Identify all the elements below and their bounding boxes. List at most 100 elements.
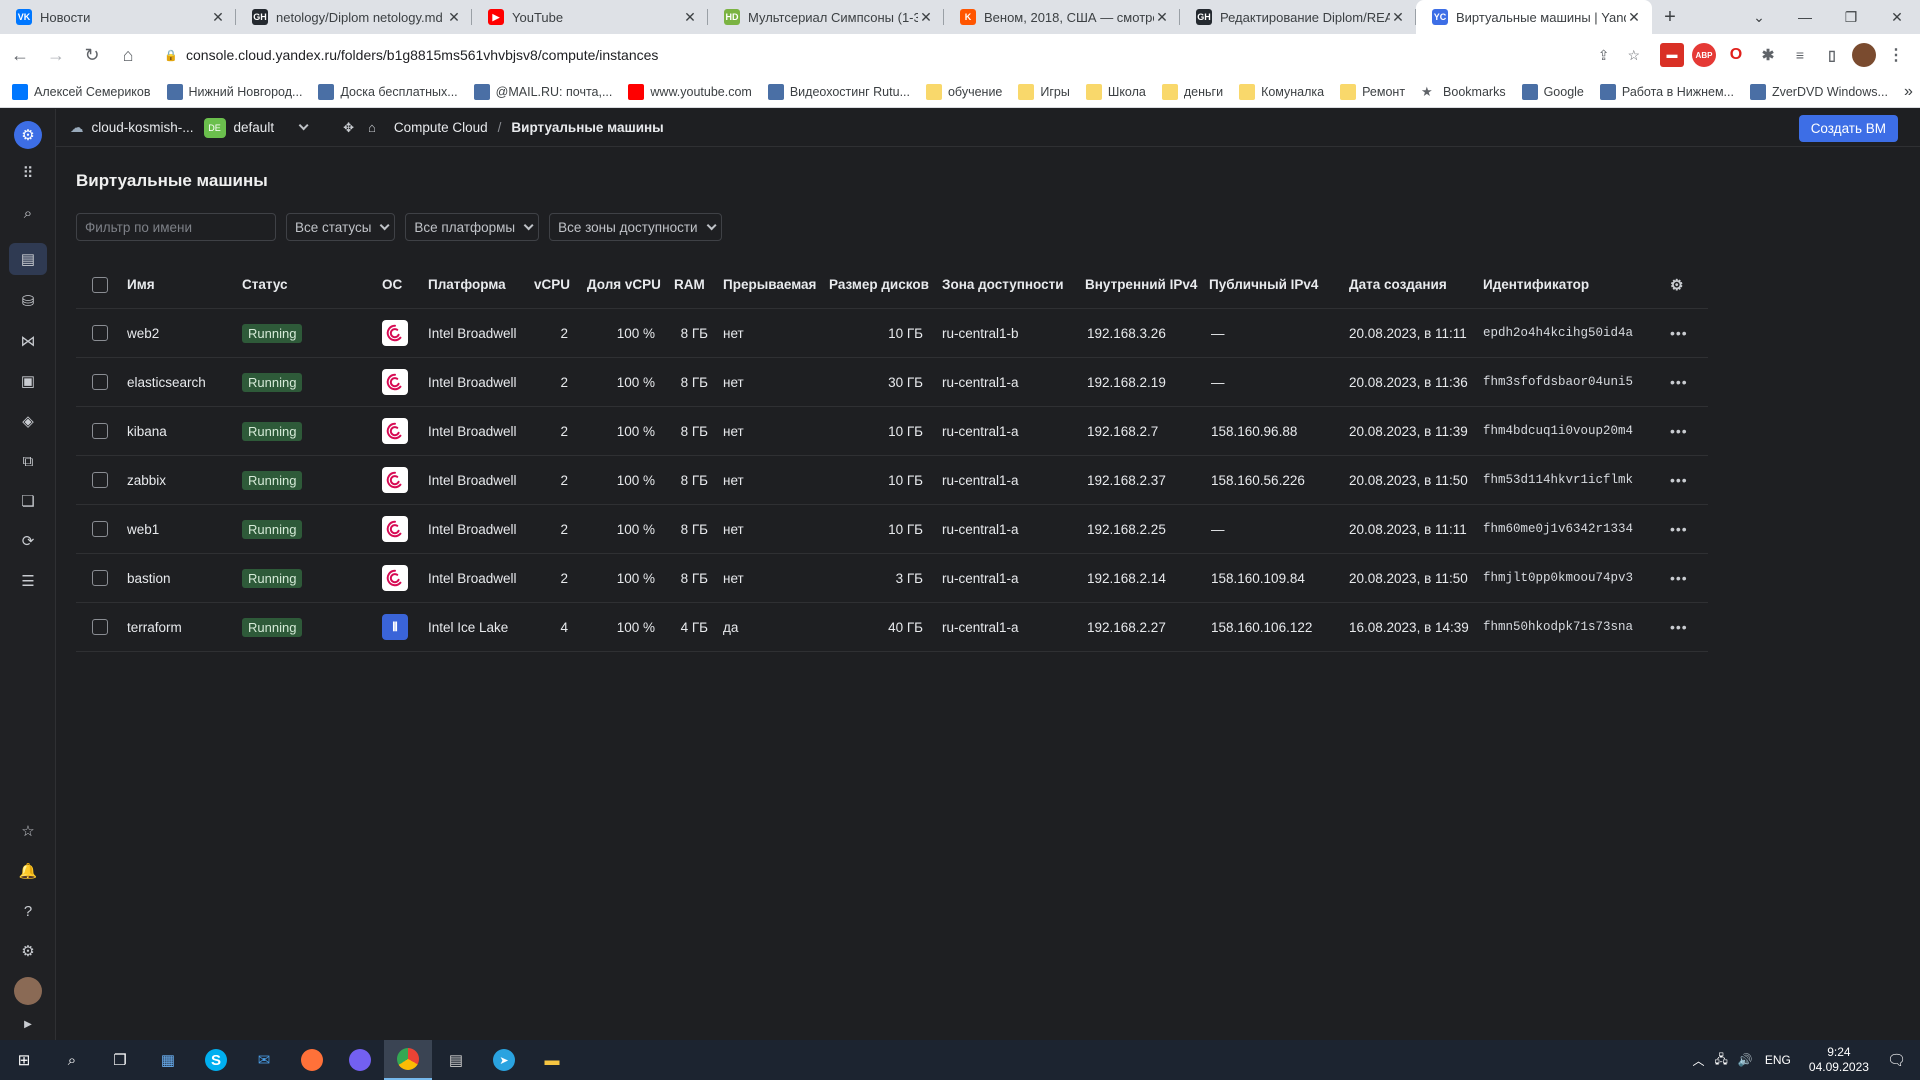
header-name[interactable]: Имя <box>127 277 155 292</box>
task-view-icon[interactable]: ❐ <box>96 1040 144 1080</box>
viber-icon[interactable] <box>336 1040 384 1080</box>
vm-ipv4-internal[interactable]: 192.168.2.37 <box>1087 473 1166 488</box>
browser-tab[interactable]: GH Редактирование Diplom/READ ✕ <box>1180 0 1416 34</box>
bookmark-item[interactable]: @MAIL.RU: почта,... <box>473 83 612 100</box>
vm-name[interactable]: elasticsearch <box>127 375 206 390</box>
row-checkbox[interactable] <box>92 521 108 537</box>
cloud-logo-icon[interactable]: ⚙ <box>14 121 42 149</box>
help-icon[interactable]: ? <box>14 897 42 925</box>
name-filter-input[interactable]: Фильтр по имени <box>76 213 276 241</box>
bookmark-item[interactable]: Работа в Нижнем... <box>1599 83 1734 100</box>
menu-icon[interactable]: ⋮ <box>1884 43 1908 67</box>
zone-filter-select[interactable]: Все зоны доступности <box>549 213 722 241</box>
vm-ipv4-public[interactable]: 158.160.56.226 <box>1211 473 1305 488</box>
extension-icon[interactable]: ▬ <box>1660 43 1684 67</box>
row-checkbox[interactable] <box>92 570 108 586</box>
browser-tab[interactable]: GH netology/Diplom netology.md a ✕ <box>236 0 472 34</box>
network-icon[interactable]: ⋈ <box>14 327 42 355</box>
vm-id[interactable]: fhm53d114hkvr1icflmk <box>1483 473 1633 487</box>
header-ram[interactable]: RAM <box>674 277 705 292</box>
vm-name[interactable]: kibana <box>127 424 167 439</box>
home-button[interactable]: ⌂ <box>112 39 144 71</box>
tab-close-icon[interactable]: ✕ <box>682 9 698 26</box>
windows-start-icon[interactable]: ⊞ <box>0 1040 48 1080</box>
notifications-bell-icon[interactable]: 🔔 <box>14 857 42 885</box>
vm-name[interactable]: bastion <box>127 571 171 586</box>
sidepanel-icon[interactable]: ▯ <box>1820 43 1844 67</box>
header-id[interactable]: Идентификатор <box>1483 277 1589 292</box>
skype-icon[interactable]: S <box>192 1040 240 1080</box>
table-row[interactable]: terraform Running ⫴ Intel Ice Lake 4 100 % 4 Г… <box>76 603 1708 652</box>
bookmarks-overflow-icon[interactable]: » <box>1904 83 1913 101</box>
table-row[interactable]: web1 Running Intel Broadwell 2 100 % 8 ГБ нет 1… <box>76 505 1708 554</box>
language-indicator[interactable]: ENG <box>1765 1053 1791 1067</box>
search-icon[interactable]: ⌕ <box>14 199 42 227</box>
table-row[interactable]: bastion Running Intel Broadwell 2 100 % 8 ГБ н… <box>76 554 1708 603</box>
tab-close-icon[interactable]: ✕ <box>918 9 934 26</box>
vm-ipv4-public[interactable]: — <box>1211 375 1225 390</box>
vm-id[interactable]: fhm4bdcuq1i0voup20m4 <box>1483 424 1633 438</box>
header-ipv4-internal[interactable]: Внутренний IPv4 <box>1085 277 1197 292</box>
bookmark-star-icon[interactable]: ☆ <box>1627 47 1640 64</box>
clock[interactable]: 9:24 04.09.2023 <box>1809 1045 1869 1075</box>
vm-ipv4-internal[interactable]: 192.168.2.27 <box>1087 620 1166 635</box>
home-icon[interactable]: ⌂ <box>368 120 376 135</box>
browser-tab[interactable]: HD Мультсериал Симпсоны (1-32 с✕ <box>708 0 944 34</box>
maximize-button[interactable]: ❐ <box>1828 0 1874 34</box>
placement-groups-icon[interactable]: ❏ <box>14 487 42 515</box>
vm-ipv4-internal[interactable]: 192.168.2.14 <box>1087 571 1166 586</box>
vm-ipv4-internal[interactable]: 192.168.2.7 <box>1087 424 1158 439</box>
header-preemptible[interactable]: Прерываемая <box>723 277 816 292</box>
vm-name[interactable]: web2 <box>127 326 159 341</box>
header-status[interactable]: Статус <box>242 277 288 292</box>
row-actions-menu-icon[interactable]: ••• <box>1670 472 1688 488</box>
bookmark-item[interactable]: ZverDVD Windows... <box>1749 83 1888 100</box>
table-row[interactable]: zabbix Running Intel Broadwell 2 100 % 8 ГБ не… <box>76 456 1708 505</box>
vm-ipv4-internal[interactable]: 192.168.3.26 <box>1087 326 1166 341</box>
row-checkbox[interactable] <box>92 374 108 390</box>
tab-close-icon[interactable]: ✕ <box>1154 9 1170 26</box>
profile-avatar[interactable] <box>1852 43 1876 67</box>
services-icon[interactable]: ✥ <box>343 120 354 136</box>
select-all-checkbox[interactable] <box>92 276 108 293</box>
browser-tab[interactable]: K Веном, 2018, США — смотреть ✕ <box>944 0 1180 34</box>
tab-close-icon[interactable]: ✕ <box>210 9 226 26</box>
calculator-icon[interactable]: ▤ <box>432 1040 480 1080</box>
bookmark-item[interactable]: www.youtube.com <box>628 83 752 100</box>
cloud-selector[interactable]: ☁ cloud-kosmish-... DE default <box>70 117 309 138</box>
header-platform[interactable]: Платформа <box>428 277 506 292</box>
app-icon[interactable]: ▦ <box>144 1040 192 1080</box>
bookmark-item[interactable]: Нижний Новгород... <box>166 83 302 100</box>
header-disk[interactable]: Размер дисков <box>829 277 929 292</box>
bookmark-folder[interactable]: деньги <box>1161 83 1223 100</box>
snapshots-icon[interactable]: ◈ <box>14 407 42 435</box>
vm-ipv4-public[interactable]: — <box>1211 522 1225 537</box>
images-icon[interactable]: ▣ <box>14 367 42 395</box>
table-row[interactable]: web2 Running Intel Broadwell 2 100 % 8 ГБ нет 1… <box>76 309 1708 358</box>
row-checkbox[interactable] <box>92 423 108 439</box>
address-bar[interactable]: 🔒 console.cloud.yandex.ru/folders/b1g881… <box>152 39 1652 71</box>
header-vcpu[interactable]: vCPU <box>534 277 570 292</box>
expand-nav-icon[interactable]: ▶ <box>14 1014 42 1034</box>
table-row[interactable]: kibana Running Intel Broadwell 2 100 % 8 ГБ не… <box>76 407 1708 456</box>
share-icon[interactable]: ⇪ <box>1598 47 1610 64</box>
header-vcpu-share[interactable]: Доля vCPU <box>587 277 661 292</box>
tab-close-icon[interactable]: ✕ <box>1626 9 1642 26</box>
bookmark-item[interactable]: Google <box>1521 83 1584 100</box>
volume-icon[interactable]: 🔊 <box>1738 1053 1753 1067</box>
notifications-icon[interactable]: 🗨 <box>1887 1051 1906 1069</box>
apps-grid-icon[interactable]: ⠿ <box>14 159 42 187</box>
tab-close-icon[interactable]: ✕ <box>446 9 462 26</box>
row-checkbox[interactable] <box>92 619 108 635</box>
bookmark-folder[interactable]: Школа <box>1085 83 1146 100</box>
vm-id[interactable]: fhmn50hkodpk71s73sna <box>1483 620 1633 634</box>
vm-ipv4-public[interactable]: 158.160.109.84 <box>1211 571 1305 586</box>
create-vm-button[interactable]: Создать ВМ <box>1798 115 1898 142</box>
row-actions-menu-icon[interactable]: ••• <box>1670 325 1688 341</box>
vm-name[interactable]: terraform <box>127 620 182 635</box>
vm-ipv4-internal[interactable]: 192.168.2.19 <box>1087 375 1166 390</box>
operations-icon[interactable]: ☰ <box>14 567 42 595</box>
network-icon[interactable]: 🖧 <box>1715 1050 1728 1071</box>
reload-button[interactable]: ↻ <box>76 39 108 71</box>
vm-id[interactable]: fhm60me0j1v6342r1334 <box>1483 522 1633 536</box>
